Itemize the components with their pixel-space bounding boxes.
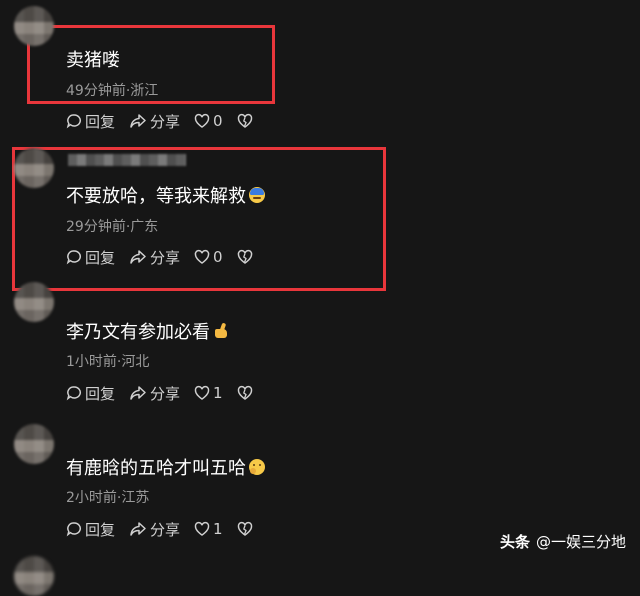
comment-actions: 回复 分享 0 [66, 111, 267, 131]
dislike-button[interactable] [237, 385, 253, 401]
comment-text: 李乃文有参加必看 [66, 318, 229, 344]
comment-actions: 回复 分享 1 [66, 519, 267, 539]
broken-heart-icon [237, 521, 252, 536]
dislike-button[interactable] [237, 113, 253, 129]
avatar[interactable] [14, 556, 54, 596]
comment-text: 不要放哈，等我来解救 [66, 182, 265, 208]
like-button[interactable]: 0 [194, 112, 223, 130]
like-button[interactable]: 1 [194, 384, 223, 402]
broken-heart-icon [237, 113, 252, 128]
heart-icon [194, 521, 210, 536]
heart-icon [194, 249, 210, 264]
reply-icon [66, 250, 82, 265]
watermark: 头条 @一娱三分地 [500, 531, 626, 552]
broken-heart-icon [237, 249, 252, 264]
reply-button[interactable]: 回复 [66, 383, 115, 404]
thinking-emoji-icon [249, 459, 265, 475]
broken-heart-icon [237, 385, 252, 400]
comment-actions: 回复 分享 1 [66, 383, 267, 403]
reply-button[interactable]: 回复 [66, 111, 115, 132]
thumbs-up-emoji-icon [213, 323, 229, 339]
watermark-brand: 头条 [499, 533, 530, 551]
face-emoji-icon [249, 187, 265, 203]
watermark-handle: @一娱三分地 [535, 533, 626, 551]
reply-icon [66, 386, 82, 401]
avatar[interactable] [14, 6, 54, 46]
dislike-button[interactable] [237, 249, 253, 265]
comment-meta: 1小时前·河北 [66, 354, 150, 370]
avatar[interactable] [14, 282, 54, 322]
share-icon [130, 114, 146, 128]
username-blurred [68, 154, 186, 166]
reply-button[interactable]: 回复 [66, 247, 115, 268]
comment-meta: 2小时前·江苏 [66, 490, 150, 506]
share-icon [130, 522, 146, 536]
share-button[interactable]: 分享 [129, 383, 180, 404]
comment-text: 卖猪喽 [66, 50, 120, 71]
share-icon [130, 386, 146, 400]
avatar[interactable] [14, 424, 54, 464]
comment-meta: 49分钟前·浙江 [66, 83, 159, 99]
heart-icon [194, 385, 210, 400]
reply-icon [66, 114, 82, 129]
reply-icon [66, 522, 82, 537]
share-button[interactable]: 分享 [129, 519, 180, 540]
reply-button[interactable]: 回复 [66, 519, 115, 540]
share-button[interactable]: 分享 [129, 111, 180, 132]
share-button[interactable]: 分享 [129, 247, 180, 268]
dislike-button[interactable] [237, 521, 253, 537]
like-button[interactable]: 1 [194, 520, 223, 538]
avatar[interactable] [14, 148, 54, 188]
share-icon [130, 250, 146, 264]
like-button[interactable]: 0 [194, 248, 223, 266]
comment-actions: 回复 分享 0 [66, 247, 267, 267]
comment-text: 有鹿晗的五哈才叫五哈 [66, 454, 265, 480]
heart-icon [194, 113, 210, 128]
comment-meta: 29分钟前·广东 [66, 219, 159, 235]
